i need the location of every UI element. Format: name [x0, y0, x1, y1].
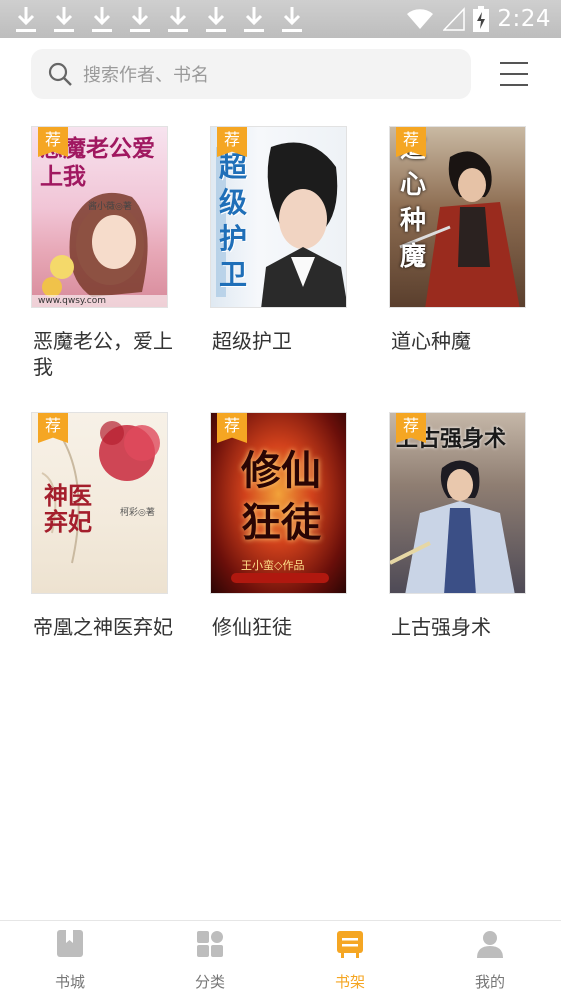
- recommend-badge: 荐: [217, 413, 247, 443]
- cover-decoration: [231, 573, 329, 583]
- download-icon: [128, 5, 152, 33]
- book-cover[interactable]: 荐 神医弃妃 柯彩◎著: [31, 412, 168, 594]
- download-icon: [52, 5, 76, 33]
- download-icon: [90, 5, 114, 33]
- nav-label: 分类: [194, 973, 225, 991]
- cover-title: 神医弃妃: [44, 481, 92, 536]
- menu-icon[interactable]: [500, 60, 530, 88]
- cover-title: 超级护卫: [219, 150, 248, 291]
- nav-label: 书城: [54, 973, 85, 991]
- status-bar: 2:24: [0, 0, 561, 38]
- cover-author: 王小蛮◇作品: [241, 559, 305, 572]
- nav-item-bookshelf[interactable]: 书架: [300, 921, 400, 999]
- wifi-icon: [407, 9, 434, 29]
- book-cover[interactable]: 荐 修仙狂徒 王小蛮◇作品: [210, 412, 347, 594]
- bottom-navigation: 书城 分类 书架 我的: [0, 920, 561, 999]
- nav-label: 我的: [474, 973, 505, 991]
- download-icon: [166, 5, 190, 33]
- bookstore-icon: [57, 930, 83, 957]
- download-icon: [280, 5, 304, 33]
- battery-charging-icon: [473, 6, 490, 32]
- download-icon: [242, 5, 266, 33]
- search-icon: [48, 62, 72, 86]
- download-icon: [204, 5, 228, 33]
- nav-item-profile[interactable]: 我的: [440, 921, 540, 999]
- book-cover[interactable]: 荐 道心种魔: [389, 126, 526, 308]
- book-title: 恶魔老公，爱上我: [33, 329, 173, 379]
- category-grid-icon: [197, 931, 223, 957]
- book-title: 道心种魔: [391, 329, 471, 353]
- cover-author: 柯彩◎著: [120, 508, 155, 518]
- signal-icon: [443, 7, 466, 31]
- cover-author: 酱小薇◎著: [88, 202, 132, 212]
- nav-item-category[interactable]: 分类: [160, 921, 260, 999]
- clock: 2:24: [497, 6, 551, 32]
- book-title: 超级护卫: [212, 329, 292, 353]
- book-title: 修仙狂徒: [212, 615, 292, 639]
- book-cover[interactable]: 荐 超级护卫: [210, 126, 347, 308]
- system-indicators: 2:24: [405, 4, 551, 34]
- cover-url: www.qwsy.com: [38, 296, 107, 306]
- notification-icons: [14, 5, 304, 33]
- cover-title: 修仙狂徒: [241, 447, 321, 546]
- book-cover[interactable]: 荐 恶魔老公爱上我 酱小薇◎著 www.qwsy.com: [31, 126, 168, 308]
- search-placeholder: 搜索作者、书名: [83, 65, 209, 86]
- profile-icon: [477, 931, 503, 958]
- book-cover[interactable]: 荐 上古强身术: [389, 412, 526, 594]
- book-title: 上古强身术: [391, 615, 491, 639]
- nav-label: 书架: [334, 973, 365, 991]
- nav-item-bookstore[interactable]: 书城: [20, 921, 120, 999]
- search-input[interactable]: 搜索作者、书名: [31, 49, 471, 99]
- bookshelf-icon: [337, 931, 363, 958]
- book-title: 帝凰之神医弃妃: [33, 615, 173, 639]
- download-icon: [14, 5, 38, 33]
